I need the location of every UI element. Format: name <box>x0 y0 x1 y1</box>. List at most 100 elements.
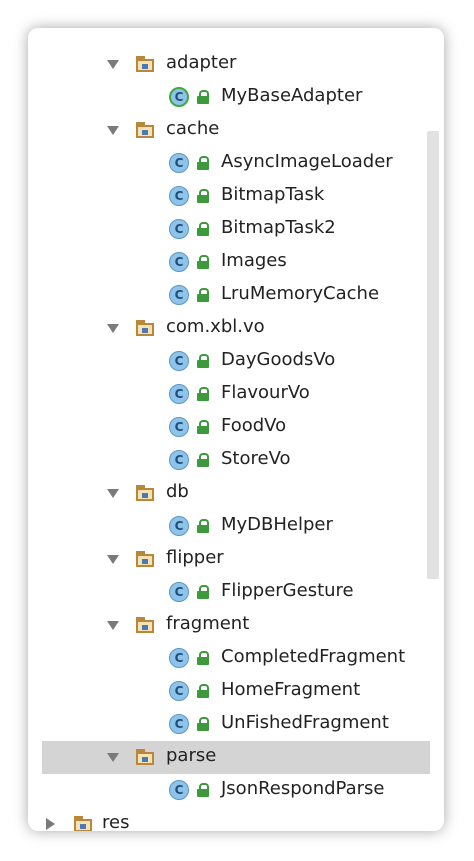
tree-class-row[interactable]: C CompletedFragment <box>28 642 426 675</box>
public-lock-icon <box>197 684 209 698</box>
tree-class-row[interactable]: C FlipperGesture <box>28 576 426 609</box>
tree-class-row[interactable]: C FoodVo <box>28 411 426 444</box>
chevron-down-icon[interactable] <box>107 753 119 762</box>
tree-class-label: BitmapTask <box>221 184 325 205</box>
chevron-down-icon[interactable] <box>107 60 119 69</box>
public-lock-icon <box>197 783 209 797</box>
tree-class-label: DayGoodsVo <box>221 349 336 370</box>
tree-folder-label: fragment <box>166 613 250 634</box>
tree-class-label: StoreVo <box>221 448 291 469</box>
java-class-icon: C <box>169 450 189 470</box>
tree-folder-row[interactable]: parse <box>42 741 430 774</box>
public-lock-icon <box>197 387 209 401</box>
java-class-icon: C <box>169 186 189 206</box>
tree-class-row[interactable]: C JsonRespondParse <box>28 774 426 807</box>
tree-class-row[interactable]: C MyBaseAdapter <box>28 81 426 114</box>
tree-class-row[interactable]: C Images <box>28 246 426 279</box>
tree-folder-label: parse <box>166 745 217 766</box>
tree-class-label: LruMemoryCache <box>221 283 380 304</box>
java-class-icon: C <box>169 87 189 107</box>
public-lock-icon <box>197 189 209 203</box>
tree-class-label: BitmapTask2 <box>221 217 336 238</box>
tree-class-label: FlipperGesture <box>221 580 354 601</box>
public-lock-icon <box>197 255 209 269</box>
tree-class-row[interactable]: C FlavourVo <box>28 378 426 411</box>
public-lock-icon <box>197 519 209 533</box>
tree-class-label: FlavourVo <box>221 382 310 403</box>
tree-class-label: MyDBHelper <box>221 514 333 535</box>
tree-class-row[interactable]: C BitmapTask <box>28 180 426 213</box>
package-folder-icon <box>136 122 156 138</box>
tree-class-row[interactable]: C LruMemoryCache <box>28 279 426 312</box>
chevron-down-icon[interactable] <box>107 621 119 630</box>
public-lock-icon <box>197 717 209 731</box>
tree-class-row[interactable]: C DayGoodsVo <box>28 345 426 378</box>
tree-folder-label: adapter <box>166 52 237 73</box>
tree-class-label: Images <box>221 250 287 271</box>
tree-folder-row[interactable]: fragment <box>28 609 426 642</box>
package-folder-icon <box>136 617 156 633</box>
tree-class-row[interactable]: C HomeFragment <box>28 675 426 708</box>
tree-class-label: HomeFragment <box>221 679 361 700</box>
package-folder-icon <box>136 320 156 336</box>
java-class-icon: C <box>169 516 189 536</box>
public-lock-icon <box>197 453 209 467</box>
public-lock-icon <box>197 90 209 104</box>
tree-folder-row[interactable]: db <box>28 477 426 510</box>
java-class-icon: C <box>169 219 189 239</box>
tree-class-label: JsonRespondParse <box>221 778 385 799</box>
tree-class-label: MyBaseAdapter <box>221 85 363 106</box>
package-folder-icon <box>136 551 156 567</box>
partial-folder-above <box>28 28 444 30</box>
java-class-icon: C <box>169 285 189 305</box>
tree-folder-label: res <box>102 812 130 831</box>
tree-class-row[interactable]: C MyDBHelper <box>28 510 426 543</box>
tree-folder-row[interactable]: adapter <box>28 48 426 81</box>
tree-class-label: AsyncImageLoader <box>221 151 393 172</box>
tree-class-row[interactable]: C UnFishedFragment <box>28 708 426 741</box>
chevron-down-icon[interactable] <box>107 555 119 564</box>
java-class-icon: C <box>169 780 189 800</box>
tree-folder-row[interactable]: res <box>28 808 426 831</box>
tree-class-row[interactable]: C AsyncImageLoader <box>28 147 426 180</box>
public-lock-icon <box>197 288 209 302</box>
tree-folder-label: db <box>166 481 189 502</box>
public-lock-icon <box>197 222 209 236</box>
tree-folder-label: flipper <box>166 547 224 568</box>
tree-class-row[interactable]: C BitmapTask2 <box>28 213 426 246</box>
java-class-icon: C <box>169 252 189 272</box>
tree-folder-label: com.xbl.vo <box>166 316 265 337</box>
java-class-icon: C <box>169 681 189 701</box>
package-folder-icon <box>136 56 156 72</box>
scrollbar-thumb[interactable] <box>427 131 439 579</box>
vertical-scrollbar[interactable] <box>426 28 440 831</box>
tree-class-row[interactable]: C StoreVo <box>28 444 426 477</box>
tree-folder-row[interactable]: flipper <box>28 543 426 576</box>
package-folder-icon <box>136 749 156 765</box>
java-class-icon: C <box>169 417 189 437</box>
chevron-down-icon[interactable] <box>107 126 119 135</box>
package-folder-icon <box>74 816 94 831</box>
public-lock-icon <box>197 651 209 665</box>
project-tree-panel: adapter C MyBaseAdapter cache C AsyncImageLoa… <box>28 28 444 831</box>
java-class-icon: C <box>169 648 189 668</box>
tree-class-label: UnFishedFragment <box>221 712 389 733</box>
chevron-right-icon[interactable] <box>46 818 55 830</box>
java-class-icon: C <box>169 582 189 602</box>
java-class-icon: C <box>169 351 189 371</box>
java-class-icon: C <box>169 153 189 173</box>
public-lock-icon <box>197 156 209 170</box>
java-class-icon: C <box>169 714 189 734</box>
tree-class-label: FoodVo <box>221 415 287 436</box>
tree-folder-row[interactable]: com.xbl.vo <box>28 312 426 345</box>
chevron-down-icon[interactable] <box>107 324 119 333</box>
public-lock-icon <box>197 585 209 599</box>
project-tree: adapter C MyBaseAdapter cache C AsyncImageLoa… <box>28 28 444 831</box>
tree-folder-label: cache <box>166 118 220 139</box>
public-lock-icon <box>197 354 209 368</box>
chevron-down-icon[interactable] <box>107 489 119 498</box>
java-class-icon: C <box>169 384 189 404</box>
tree-folder-row[interactable]: cache <box>28 114 426 147</box>
public-lock-icon <box>197 420 209 434</box>
tree-class-label: CompletedFragment <box>221 646 406 667</box>
